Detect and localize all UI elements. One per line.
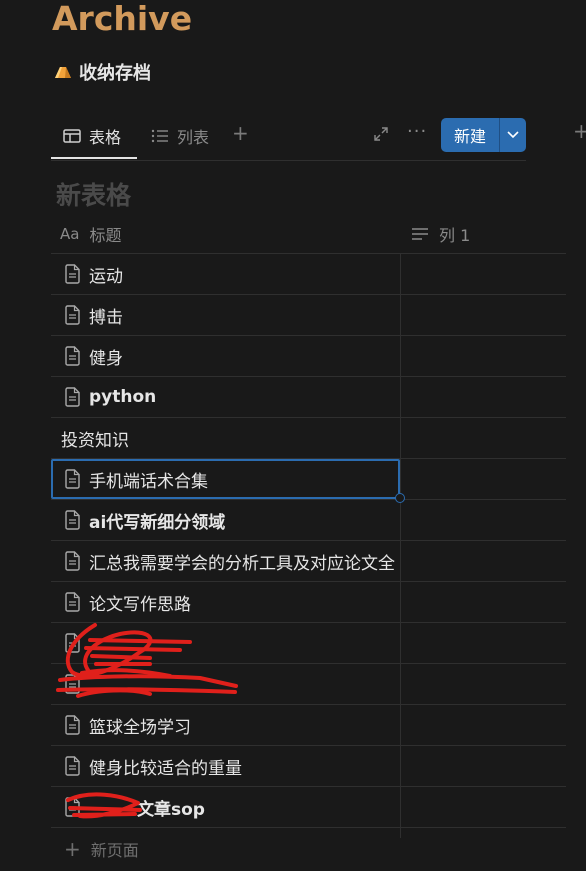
table-row[interactable]: 搏击 [51, 295, 566, 336]
new-page-label: 新页面 [90, 840, 139, 860]
row-title: python [89, 387, 157, 407]
page-icon [64, 264, 81, 284]
text-lines-icon [412, 227, 428, 240]
column-header-title-label: 标题 [89, 225, 122, 245]
row-title: ai代写新细分领域 [89, 512, 226, 533]
table-row[interactable]: 论文写作思路 [51, 582, 566, 623]
title-cell[interactable]: 论文写作思路 [51, 582, 400, 622]
table-row[interactable]: 健身 [51, 336, 566, 377]
table-row[interactable]: ai代写新细分领域 [51, 500, 566, 541]
row-title: 健身比较适合的重量 [89, 758, 242, 779]
tab-table[interactable]: 表格 [63, 112, 121, 159]
database-title-label: 收纳存档 [79, 63, 151, 84]
tab-list-label: 列表 [177, 127, 210, 147]
tab-table-label: 表格 [89, 127, 122, 147]
row-title: 篮球全场学习 [89, 717, 191, 738]
page-icon [64, 551, 81, 571]
view-tabbar: 表格 列表 + ··· 新建 [51, 112, 526, 161]
page-icon [64, 387, 81, 407]
col1-cell[interactable] [401, 377, 566, 417]
row-title: 投资知识 [61, 430, 129, 451]
page-icon [64, 510, 81, 530]
title-cell[interactable] [51, 664, 400, 704]
title-cell[interactable]: 健身比较适合的重量 [51, 746, 400, 786]
archive-box-icon [53, 64, 73, 80]
table-row[interactable] [51, 623, 566, 664]
title-cell[interactable]: 投资知识 [51, 418, 400, 458]
table-icon [63, 128, 81, 143]
title-cell[interactable]: 运动 [51, 254, 400, 294]
page-title: Archive [52, 0, 193, 38]
page-icon [64, 305, 81, 325]
row-title: 汇总我需要学会的分析工具及对应论文全 [89, 553, 395, 574]
new-button-label: 新建 [453, 127, 486, 146]
more-options-icon[interactable]: ··· [407, 121, 427, 142]
col1-cell[interactable] [401, 336, 566, 376]
row-title: 手机端话术合集 [89, 471, 208, 492]
list-icon [151, 129, 169, 143]
col1-cell[interactable] [401, 295, 566, 335]
page-icon [64, 756, 81, 776]
database-table: Aa 标题 列 1 运动搏击健身 python 投资知识手机端话术合集 ai代写新细分… [51, 214, 566, 869]
page-icon [64, 592, 81, 612]
col1-cell[interactable] [401, 500, 566, 540]
table-row[interactable]: 运动 [51, 254, 566, 295]
chevron-down-icon[interactable] [500, 131, 526, 139]
column-header-col1[interactable]: 列 1 [411, 214, 470, 253]
title-cell[interactable]: 篮球全场学习 [51, 705, 400, 745]
tab-list[interactable]: 列表 [151, 112, 209, 159]
title-cell[interactable] [51, 623, 400, 663]
table-row[interactable]: python [51, 377, 566, 418]
col1-cell[interactable] [401, 582, 566, 622]
table-row[interactable]: 手机端话术合集 [51, 459, 566, 503]
table-title[interactable]: 新表格 [56, 176, 131, 212]
table-rows: 运动搏击健身 python 投资知识手机端话术合集 ai代写新细分领域汇总我需要学会的… [51, 254, 566, 828]
title-cell[interactable]: 搏击 [51, 295, 400, 335]
column-header-col1-label: 列 1 [439, 225, 471, 245]
table-row[interactable]: 文章sop [51, 787, 566, 828]
column-header-title[interactable]: Aa 标题 [60, 214, 121, 253]
col1-cell[interactable] [401, 418, 566, 458]
row-title: 论文写作思路 [89, 594, 191, 615]
active-tab-indicator [51, 157, 137, 159]
row-title: 运动 [89, 266, 123, 287]
col1-cell[interactable] [401, 746, 566, 786]
add-view-plus-icon[interactable]: + [232, 121, 249, 145]
title-cell[interactable]: 汇总我需要学会的分析工具及对应论文全 [51, 541, 400, 581]
title-cell[interactable]: ai代写新细分领域 [51, 500, 400, 540]
table-row[interactable]: 健身比较适合的重量 [51, 746, 566, 787]
col1-cell[interactable] [401, 705, 566, 745]
title-cell[interactable]: 文章sop [51, 787, 400, 827]
title-cell[interactable]: 健身 [51, 336, 400, 376]
table-header: Aa 标题 列 1 [51, 214, 566, 254]
text-type-icon: Aa [60, 224, 80, 243]
page-icon [64, 674, 81, 694]
row-title: 健身 [89, 348, 123, 369]
col1-cell[interactable] [401, 459, 566, 499]
table-row[interactable]: 投资知识 [51, 418, 566, 459]
row-title: 搏击 [89, 307, 123, 328]
page-icon [64, 346, 81, 366]
table-row[interactable] [51, 664, 566, 705]
page-icon [64, 797, 81, 817]
row-title: 文章sop [137, 799, 205, 820]
col1-cell[interactable] [401, 541, 566, 581]
plus-icon: + [64, 836, 81, 861]
title-cell[interactable]: 手机端话术合集 [51, 459, 400, 499]
add-block-plus-icon[interactable]: + [573, 119, 586, 143]
col1-cell[interactable] [401, 254, 566, 294]
col1-cell[interactable] [401, 664, 566, 704]
new-page-button[interactable]: + 新页面 [51, 828, 566, 869]
col1-cell[interactable] [401, 623, 566, 663]
database-title[interactable]: 收纳存档 [53, 58, 151, 86]
page-icon [64, 715, 81, 735]
page-icon [64, 469, 81, 489]
new-button[interactable]: 新建 [441, 118, 526, 152]
title-cell[interactable]: python [51, 377, 400, 417]
table-row[interactable]: 汇总我需要学会的分析工具及对应论文全 [51, 541, 566, 582]
col1-cell[interactable] [401, 787, 566, 827]
table-row[interactable]: 篮球全场学习 [51, 705, 566, 746]
expand-icon[interactable] [373, 126, 389, 146]
page-icon [64, 633, 81, 653]
